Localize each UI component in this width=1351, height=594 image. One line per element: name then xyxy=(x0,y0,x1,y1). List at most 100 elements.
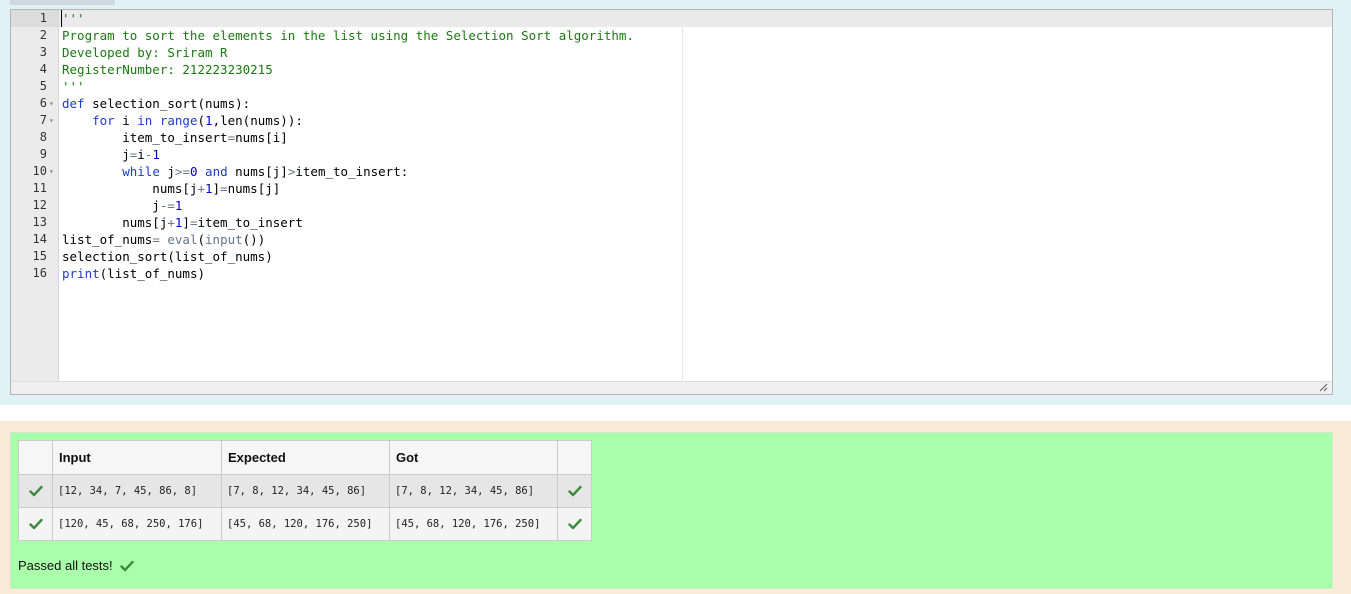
code-token: i xyxy=(137,147,145,162)
code-text: def selection_sort(nums): xyxy=(62,95,250,112)
code-token: nums[j xyxy=(62,181,198,196)
code-text: while j>=0 and nums[j]>item_to_insert: xyxy=(62,163,408,180)
code-token: ] xyxy=(182,215,190,230)
cell-got: [45, 68, 120, 176, 250] xyxy=(389,507,558,541)
fold-arrow-icon[interactable]: ▾ xyxy=(49,163,54,180)
cell-input: [12, 34, 7, 45, 86, 8] xyxy=(52,474,222,508)
line-number: 15 xyxy=(32,249,47,263)
editor-bottom-strip xyxy=(11,381,1332,394)
code-text: Program to sort the elements in the list… xyxy=(62,27,634,44)
line-number: 5 xyxy=(39,79,47,93)
code-line[interactable]: 6 ▾ def selection_sort(nums): xyxy=(11,95,1311,112)
line-number: 10 xyxy=(32,164,47,178)
code-line[interactable]: 4 RegisterNumber: 212223230215 xyxy=(11,61,1311,78)
code-line[interactable]: 13 nums[j+1]=item_to_insert xyxy=(11,214,1311,231)
table-row: [12, 34, 7, 45, 86, 8] [7, 8, 12, 34, 45,… xyxy=(18,474,592,508)
code-line[interactable]: 8 item_to_insert=nums[i] xyxy=(11,129,1311,146)
code-text: for i in range(1,len(nums)): xyxy=(62,112,303,129)
checkmark-icon xyxy=(567,485,582,497)
code-text: j=i-1 xyxy=(62,146,160,163)
code-line[interactable]: 12 j-=1 xyxy=(11,197,1311,214)
code-line[interactable]: 11 nums[j+1]=nums[j] xyxy=(11,180,1311,197)
code-line[interactable]: 10 ▾ while j>=0 and nums[j]>item_to_inser… xyxy=(11,163,1311,180)
line-number: 7 xyxy=(39,113,47,127)
row-result-cell xyxy=(557,507,592,541)
code-token: = xyxy=(152,232,160,247)
code-token: ()) xyxy=(242,232,266,247)
cell-got: [7, 8, 12, 34, 45, 86] xyxy=(389,474,558,508)
code-text: selection_sort(list_of_nums) xyxy=(62,248,273,265)
header-status-2 xyxy=(557,440,592,475)
header-expected: Expected xyxy=(221,440,390,475)
line-number: 11 xyxy=(32,181,47,195)
code-token: eval xyxy=(167,232,198,247)
code-token: range xyxy=(159,113,198,128)
code-token: list_of_nums xyxy=(62,232,153,247)
code-text: list_of_nums= eval(input()) xyxy=(62,231,265,248)
code-editor[interactable]: 1 ''' 2 Program to sort the elements in the… xyxy=(10,9,1333,395)
code-token: item_to_insert: xyxy=(295,164,409,179)
resize-grip-icon[interactable] xyxy=(1318,382,1328,392)
line-number: 4 xyxy=(39,62,47,76)
code-token: ( xyxy=(197,232,206,247)
code-token: Program to sort the elements in the list… xyxy=(62,28,634,43)
line-number: 9 xyxy=(39,147,47,161)
code-line[interactable]: 15 selection_sort(list_of_nums) xyxy=(11,248,1311,265)
row-status-cell xyxy=(18,507,53,541)
code-line[interactable]: 5 ''' xyxy=(11,78,1311,95)
header-status xyxy=(18,440,53,475)
table-header-row: Input Expected Got xyxy=(18,440,592,475)
line-number: 14 xyxy=(32,232,47,246)
code-token: -= xyxy=(159,198,175,213)
code-line[interactable]: 14 list_of_nums= eval(input()) xyxy=(11,231,1311,248)
code-text: nums[j+1]=nums[j] xyxy=(62,180,280,197)
checkmark-icon xyxy=(567,518,582,530)
code-token: j xyxy=(62,147,130,162)
code-line[interactable]: 16 print(list_of_nums) xyxy=(11,265,1311,282)
cell-input: [120, 45, 68, 250, 176] xyxy=(52,507,222,541)
code-token: while xyxy=(122,164,160,179)
code-token: = xyxy=(220,181,228,196)
code-text: Developed by: Sriram R xyxy=(62,44,228,61)
code-line[interactable]: 7 ▾ for i in range(1,len(nums)): xyxy=(11,112,1311,129)
code-token: nums[i] xyxy=(235,130,288,145)
row-status-cell xyxy=(18,474,53,508)
fold-arrow-icon[interactable]: ▾ xyxy=(49,95,54,112)
code-token: in xyxy=(137,113,153,128)
checkmark-icon xyxy=(28,518,43,530)
code-line[interactable]: 2 Program to sort the elements in the lis… xyxy=(11,27,1311,44)
code-token: 1 xyxy=(205,181,213,196)
code-token: 1 xyxy=(152,147,160,162)
table-row: [120, 45, 68, 250, 176] [45, 68, 120, 176… xyxy=(18,507,592,541)
code-line[interactable]: 1 ''' xyxy=(11,10,1311,27)
cell-expected: [45, 68, 120, 176, 250] xyxy=(221,507,390,541)
code-token: selection_sort(list_of_nums) xyxy=(62,249,273,264)
code-token: 0 xyxy=(189,164,198,179)
code-token: 1 xyxy=(174,198,183,213)
code-token: and xyxy=(205,164,228,179)
code-token: print xyxy=(62,266,100,281)
cell-expected: [7, 8, 12, 34, 45, 86] xyxy=(221,474,390,508)
code-line[interactable]: 3 Developed by: Sriram R xyxy=(11,44,1311,61)
code-token: input xyxy=(205,232,243,247)
line-number: 8 xyxy=(39,130,47,144)
code-token: i xyxy=(114,113,138,128)
line-number: 2 xyxy=(39,28,47,42)
summary-text: Passed all tests! xyxy=(18,558,113,573)
code-line[interactable]: 9 j=i-1 xyxy=(11,146,1311,163)
test-results-section: Input Expected Got [12, 34, 7, 45, 86, 8… xyxy=(0,421,1351,594)
code-token: j xyxy=(159,164,175,179)
code-token: nums[j] xyxy=(227,181,281,196)
code-token: def xyxy=(62,96,85,111)
code-token: + xyxy=(167,215,175,230)
fold-arrow-icon[interactable]: ▾ xyxy=(49,112,54,129)
answer-section: 1 ''' 2 Program to sort the elements in the… xyxy=(0,0,1351,405)
line-number: 12 xyxy=(32,198,47,212)
checkmark-icon xyxy=(28,485,43,497)
code-token: + xyxy=(197,181,205,196)
checkmark-icon xyxy=(119,560,134,571)
header-got: Got xyxy=(389,440,558,475)
code-token: for xyxy=(92,113,115,128)
code-token: nums[j xyxy=(62,215,168,230)
